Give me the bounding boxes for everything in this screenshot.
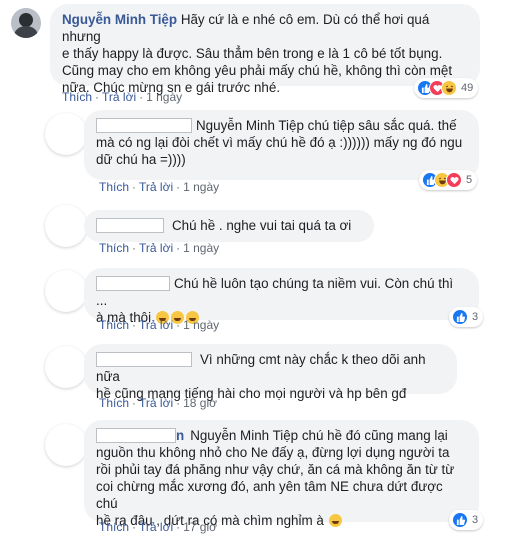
reaction-summary[interactable]: 49	[414, 78, 479, 98]
reaction-count: 3	[472, 311, 479, 323]
comment-author[interactable]: n	[176, 428, 184, 443]
redacted-name	[96, 428, 176, 443]
comment-bubble: Vì những cmt này chắc k theo dõi anh nữa…	[84, 344, 457, 401]
redacted-name	[96, 352, 192, 367]
comment-time[interactable]: 1 ngày	[183, 180, 219, 194]
laughing-face-icon	[441, 80, 457, 96]
separator: ·	[132, 396, 137, 410]
comment-time[interactable]: 1 ngày	[183, 241, 219, 255]
avatar[interactable]	[45, 424, 87, 466]
reply-comment: Vì những cmt này chắc k theo dõi anh nữa…	[0, 338, 516, 414]
comment-time[interactable]: 1 ngày	[146, 90, 182, 104]
comment-bubble: Nguyễn Minh Tiệp chú tiệp sâu sắc quá. t…	[84, 110, 479, 180]
reaction-summary[interactable]: 3	[449, 307, 484, 327]
smiling-face-emoji	[328, 514, 342, 527]
comment-text: coi chừng mắc xương đó, anh yên tâm NE c…	[96, 479, 443, 511]
comment-author[interactable]: Nguyễn Minh Tiệp	[62, 12, 177, 27]
redacted-name	[96, 218, 164, 233]
comment-time[interactable]: 1 ngày	[183, 318, 219, 332]
main-comment: Nguyễn Minh Tiệp Hãy cứ là e nhé cô em. …	[0, 0, 516, 110]
separator: ·	[132, 241, 137, 255]
separator: ·	[132, 318, 137, 332]
avatar[interactable]	[45, 205, 87, 247]
comment-bubble: Nguyễn Minh Tiệp Hãy cứ là e nhé cô em. …	[50, 4, 480, 95]
reaction-summary[interactable]: 3	[449, 510, 484, 530]
reply-comment: Chú hề luôn tạo chúng ta niềm vui. Còn c…	[0, 262, 516, 338]
reply-link[interactable]: Trả lời	[102, 90, 136, 104]
comment-text: Chú hề . nghe vui tai quá ta ơi	[172, 218, 352, 233]
thumbs-up-icon	[452, 512, 468, 528]
like-link[interactable]: Thích	[62, 90, 92, 104]
avatar-body	[14, 26, 38, 38]
like-link[interactable]: Thích	[99, 520, 129, 534]
reaction-count: 5	[466, 174, 473, 186]
reaction-count: 49	[461, 82, 474, 94]
like-link[interactable]: Thích	[99, 396, 129, 410]
heart-icon	[446, 172, 462, 188]
comment-text: mà có ng lại đòi chết vì mấy chú hề đó ạ…	[96, 135, 463, 150]
redacted-name	[96, 276, 170, 291]
avatar[interactable]	[11, 8, 41, 38]
comment-actions: Thích · Trả lời · 1 ngày	[99, 180, 219, 194]
like-link[interactable]: Thích	[99, 318, 129, 332]
separator: ·	[176, 396, 181, 410]
separator: ·	[176, 520, 181, 534]
reply-link[interactable]: Trả lời	[139, 318, 173, 332]
comment-bubble: Chú hề . nghe vui tai quá ta ơi	[84, 210, 374, 242]
thumbs-up-icon	[452, 309, 468, 325]
reply-comment: n Nguyễn Minh Tiệp chú hề đó cũng mang lạ…	[0, 414, 516, 541]
comment-bubble: n Nguyễn Minh Tiệp chú hề đó cũng mang lạ…	[84, 420, 479, 528]
avatar-face	[19, 13, 33, 27]
comment-text: chú hề đó cũng mang lại	[298, 428, 448, 443]
reply-link[interactable]: Trả lời	[139, 520, 173, 534]
separator: ·	[176, 180, 181, 194]
mention-link[interactable]: Nguyễn Minh Tiệp	[190, 428, 298, 443]
separator: ·	[176, 318, 181, 332]
like-link[interactable]: Thích	[99, 241, 129, 255]
reaction-count: 3	[472, 514, 479, 526]
comment-time[interactable]: 18 giờ	[183, 396, 217, 410]
separator: ·	[139, 90, 144, 104]
comment-actions: Thích · Trả lời · 1 ngày	[99, 318, 219, 332]
reply-comment: Nguyễn Minh Tiệp chú tiệp sâu sắc quá. t…	[0, 110, 516, 200]
comment-text: chú tiệp sâu sắc quá. thế	[303, 118, 457, 133]
comment-actions: Thích · Trả lời · 1 ngày	[99, 241, 219, 255]
comment-actions: Thích · Trả lời · 18 giờ	[99, 396, 217, 410]
separator: ·	[132, 180, 137, 194]
comment-time[interactable]: 17 giờ	[183, 520, 217, 534]
separator: ·	[95, 90, 100, 104]
separator: ·	[176, 241, 181, 255]
comment-text: rồi phủi tay đá phăng như vậy chứ, ăn cá…	[96, 462, 455, 477]
comment-text: nguồn thu không nhỏ cho Ne đấy ạ, đừng l…	[96, 445, 450, 460]
comment-actions: Thích · Trả lời · 1 ngày	[62, 90, 182, 104]
reply-comment: Chú hề . nghe vui tai quá ta ơi Thích · Tr…	[0, 200, 516, 262]
comment-text: e thấy happy là được. Sâu thẳm bên trong…	[62, 46, 443, 61]
reaction-summary[interactable]: 5	[419, 170, 478, 190]
avatar[interactable]	[45, 113, 87, 155]
comment-text: Cũng may cho em không yêu phải mấy chú h…	[62, 63, 453, 78]
comment-bubble: Chú hề luôn tạo chúng ta niềm vui. Còn c…	[84, 268, 479, 325]
comment-text: dữ chú ha =))))	[96, 152, 186, 167]
mention-link[interactable]: Nguyễn Minh Tiệp	[196, 118, 304, 133]
avatar[interactable]	[45, 346, 87, 388]
like-link[interactable]: Thích	[99, 180, 129, 194]
reply-link[interactable]: Trả lời	[139, 396, 173, 410]
reply-link[interactable]: Trả lời	[139, 180, 173, 194]
reply-link[interactable]: Trả lời	[139, 241, 173, 255]
comment-actions: Thích · Trả lời · 17 giờ	[99, 520, 217, 534]
redacted-name	[96, 118, 192, 133]
separator: ·	[132, 520, 137, 534]
avatar[interactable]	[45, 270, 87, 312]
